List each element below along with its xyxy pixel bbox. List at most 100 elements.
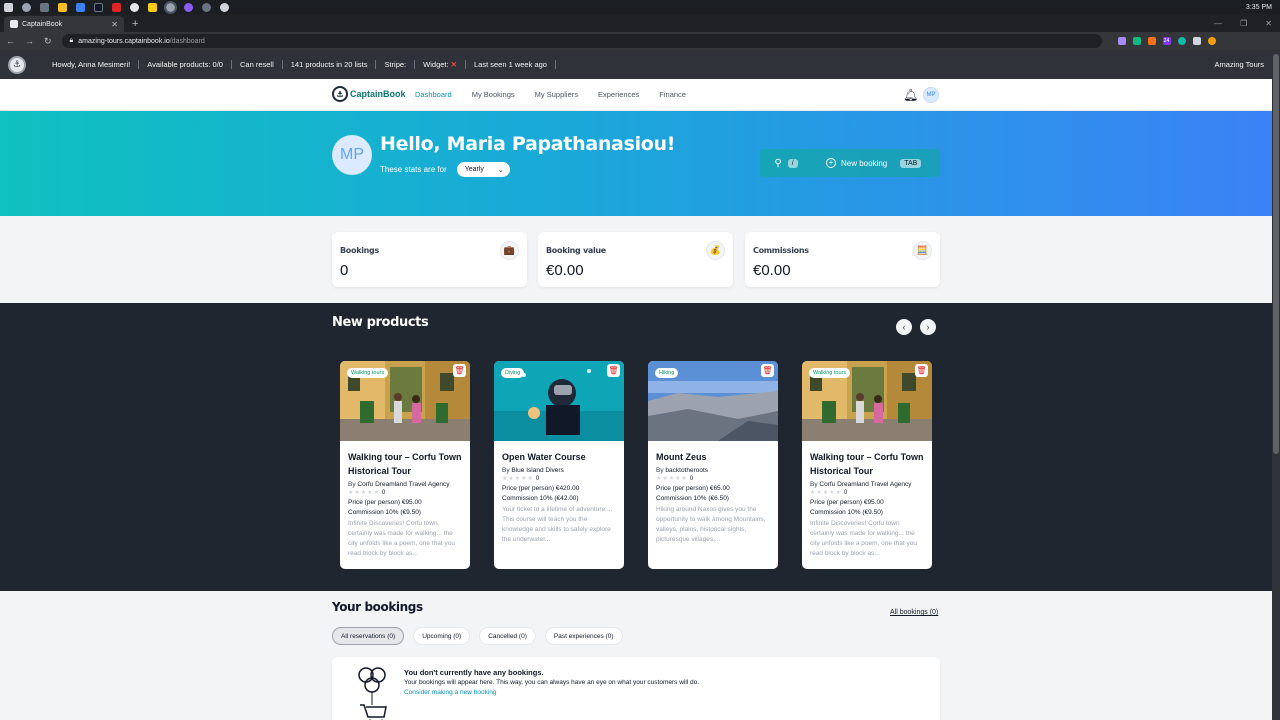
extension-orange-icon[interactable] xyxy=(1147,37,1156,45)
profile-avatar-icon[interactable] xyxy=(1207,37,1216,45)
clock: 3:35 PM xyxy=(1245,3,1272,11)
trash-icon[interactable]: 🗑︎ xyxy=(761,364,774,377)
search-button[interactable]: ⚲ / xyxy=(760,158,812,169)
period-value: Yearly xyxy=(464,166,484,173)
search-icon[interactable] xyxy=(22,2,31,12)
chrome-icon[interactable] xyxy=(130,2,139,12)
category-badge: Walking tours xyxy=(809,368,851,378)
forward-icon[interactable]: → xyxy=(25,36,34,46)
settings-gear-icon[interactable] xyxy=(220,2,229,12)
trash-icon[interactable]: 🗑︎ xyxy=(453,364,466,377)
supplier-name[interactable]: Blue Island Divers xyxy=(511,467,563,474)
supplier-name[interactable]: backtotheroots xyxy=(665,467,708,474)
new-tab-icon[interactable]: + xyxy=(132,18,138,30)
nav-finance[interactable]: Finance xyxy=(659,90,686,99)
rating-count: 0 xyxy=(689,476,694,482)
minimize-icon[interactable]: — xyxy=(1214,19,1222,28)
close-window-icon[interactable]: ✕ xyxy=(1265,19,1272,28)
trash-icon[interactable]: 🗑︎ xyxy=(915,364,928,377)
nav-dashboard[interactable]: Dashboard xyxy=(415,90,452,99)
stats-period: These stats are for Yearly ⌄ xyxy=(380,162,510,177)
chrome-active-icon[interactable] xyxy=(164,0,177,14)
nav-my-suppliers[interactable]: My Suppliers xyxy=(535,90,578,99)
captainbook-logo-icon[interactable]: ⚓︎ xyxy=(8,55,26,74)
bookings-title: Your bookings xyxy=(332,600,423,614)
nav-my-bookings[interactable]: My Bookings xyxy=(472,90,515,99)
product-title: Walking tour – Corfu Town Historical Tou… xyxy=(348,452,462,476)
page-scrollbar[interactable] xyxy=(1272,50,1280,720)
star-rating: ★★★★★ 0 xyxy=(348,490,386,496)
product-supplier: By Blue Island Divers xyxy=(502,467,616,474)
browser-toolbar: ← → ↻ 🔒︎ amazing-tours.captainbook.io/da… xyxy=(0,32,1280,50)
extension-badge-icon[interactable]: 24 xyxy=(1162,37,1171,45)
stat-value: €0.00 xyxy=(753,262,791,279)
stat-booking-value: Booking value €0.00 💰 xyxy=(538,232,733,287)
all-bookings-link[interactable]: All bookings (0) xyxy=(890,609,938,616)
extensions-puzzle-icon[interactable] xyxy=(1192,37,1201,45)
bell-icon[interactable]: 🔔︎ xyxy=(903,88,918,102)
stat-value: €0.00 xyxy=(546,262,584,279)
supplier-name[interactable]: Corfu Dreamland Travel Agency xyxy=(357,481,449,488)
can-resell: Can resell xyxy=(232,60,283,69)
product-card[interactable]: Walking tours 🗑︎ Walking tour – Corfu To… xyxy=(802,361,932,569)
nav-experiences[interactable]: Experiences xyxy=(598,90,639,99)
widget-status: Widget: ✕ xyxy=(415,60,466,69)
product-commission: Commission 10% (€9.50) xyxy=(810,509,883,516)
widget-label: Widget: xyxy=(423,60,449,69)
greeting-title: Hello, Maria Papathanasiou! xyxy=(380,133,676,155)
explorer-icon[interactable] xyxy=(58,2,67,12)
product-image: Walking tours 🗑︎ xyxy=(802,361,932,441)
product-card[interactable]: Walking tours 🗑︎ Walking tour – Corfu To… xyxy=(340,361,470,569)
product-title: Mount Zeus xyxy=(656,452,707,462)
extensions: 24 xyxy=(1117,37,1216,45)
tab-upcoming[interactable]: Upcoming (0) xyxy=(413,627,471,645)
extension-purple-icon[interactable] xyxy=(1117,37,1126,45)
windows-start-icon[interactable] xyxy=(4,2,13,12)
product-card[interactable]: Diving 🗑︎ Open Water Course By Blue Isla… xyxy=(494,361,624,569)
back-icon[interactable]: ← xyxy=(6,36,15,46)
tab-past-experiences[interactable]: Past experiences (0) xyxy=(544,627,623,645)
maximize-icon[interactable]: ❐ xyxy=(1240,19,1247,28)
app-icon[interactable] xyxy=(94,2,103,12)
supplier-name[interactable]: Corfu Dreamland Travel Agency xyxy=(819,481,911,488)
notes-icon[interactable] xyxy=(148,2,157,12)
extension-green-icon[interactable] xyxy=(1132,37,1141,45)
new-booking-button[interactable]: + New booking TAB xyxy=(812,158,922,168)
carousel-prev-button[interactable]: ‹ xyxy=(896,319,912,335)
tab-cancelled[interactable]: Cancelled (0) xyxy=(479,627,536,645)
address-bar[interactable]: 🔒︎ amazing-tours.captainbook.io/dashboar… xyxy=(61,34,1102,48)
by-prefix: By xyxy=(502,467,510,474)
reload-icon[interactable]: ↻ xyxy=(44,36,52,47)
product-title: Open Water Course xyxy=(502,452,586,462)
close-tab-icon[interactable]: ✕ xyxy=(111,20,118,29)
by-prefix: By xyxy=(348,481,356,488)
brand-name: CaptainBook xyxy=(350,89,406,99)
user-avatar[interactable]: MP xyxy=(923,87,939,103)
top-nav: ⚓︎ CaptainBook Dashboard My Bookings My … xyxy=(0,79,1272,111)
category-badge: Diving xyxy=(501,368,525,378)
money-bag-icon: 💰 xyxy=(706,241,725,260)
site-name[interactable]: Amazing Tours xyxy=(1215,60,1272,69)
scrollbar-thumb[interactable] xyxy=(1273,54,1279,454)
booking-tabs: All reservations (0) Upcoming (0) Cancel… xyxy=(332,627,623,645)
hero-actions: ⚲ / + New booking TAB xyxy=(760,149,940,177)
new-booking-link[interactable]: Consider making a new booking xyxy=(404,689,497,696)
mail-icon[interactable] xyxy=(76,2,85,12)
carousel-next-button[interactable]: › xyxy=(920,319,936,335)
product-description: Infinite Discoveries! Corfu town certain… xyxy=(810,520,917,557)
widget-x-icon: ✕ xyxy=(450,60,457,69)
trash-icon[interactable]: 🗑︎ xyxy=(607,364,620,377)
product-description: Hiking around Naxos gives you the opport… xyxy=(656,506,766,543)
product-supplier: By Corfu Dreamland Travel Agency xyxy=(810,481,924,488)
app-red-icon[interactable] xyxy=(112,2,121,12)
period-select[interactable]: Yearly ⌄ xyxy=(456,162,510,177)
by-prefix: By xyxy=(810,481,818,488)
brand-logo[interactable]: ⚓︎ CaptainBook xyxy=(332,86,406,102)
browser-tab[interactable]: CaptainBook ✕ xyxy=(4,16,124,32)
messenger-icon[interactable] xyxy=(184,2,193,12)
product-card[interactable]: Hiking 🗑︎ Mount Zeus By backtotheroots ★… xyxy=(648,361,778,569)
chrome-alt-icon[interactable] xyxy=(202,2,211,12)
extension-teal-icon[interactable] xyxy=(1177,37,1186,45)
tab-all-reservations[interactable]: All reservations (0) xyxy=(332,627,405,645)
task-view-icon[interactable] xyxy=(40,2,49,12)
